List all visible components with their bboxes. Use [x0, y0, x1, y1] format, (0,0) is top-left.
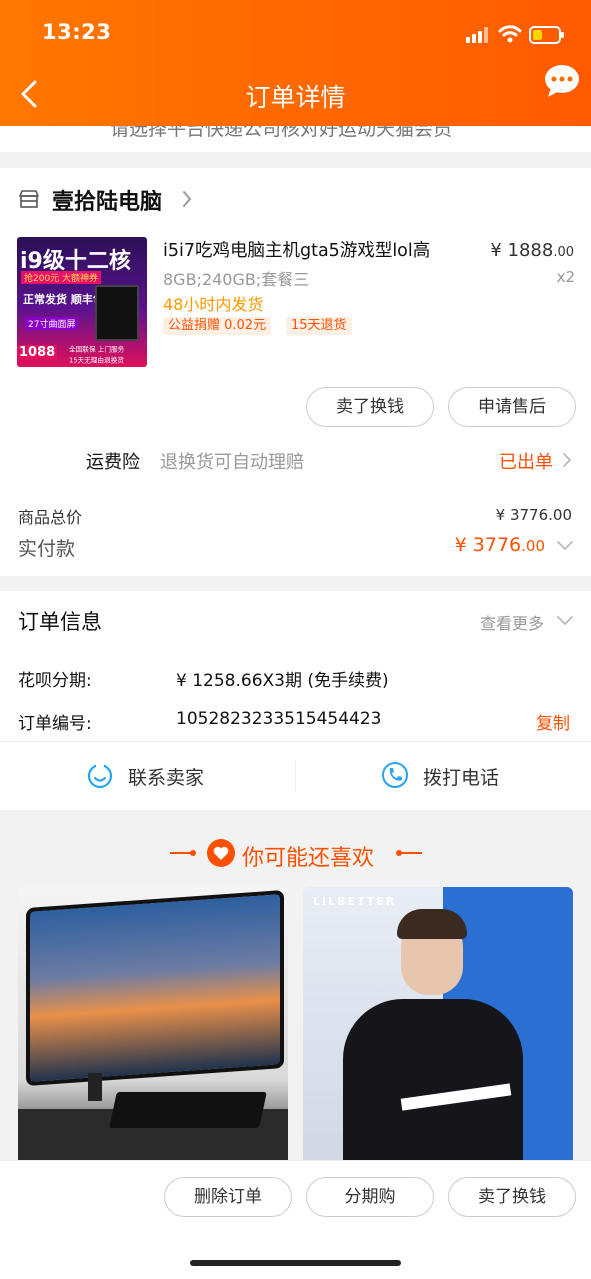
separator — [295, 760, 296, 792]
phone-icon[interactable] — [381, 761, 409, 789]
sell-button[interactable]: 卖了换钱 — [306, 387, 434, 427]
product-thumbnail[interactable]: i9级十二核 抢200元 大额神券 正常发货 顺丰包邮 27寸曲面屏 1088 … — [17, 237, 147, 367]
installment-value: ¥ 1258.66X3期 (免手续费) — [176, 671, 389, 691]
product-quantity: x2 — [556, 268, 575, 286]
tag-charity: 公益捐赠 0.02元 — [163, 317, 272, 335]
order-info-title: 订单信息 — [18, 610, 102, 634]
thumb-line2: 抢200元 大额神券 — [21, 271, 102, 284]
deco-dot-left — [190, 850, 196, 856]
page-title: 订单详情 — [245, 83, 346, 112]
delete-order-button[interactable]: 删除订单 — [164, 1177, 292, 1217]
pc-case-graphic — [95, 285, 139, 341]
deco-line-right — [400, 852, 422, 854]
recommend-item-monitor[interactable] — [18, 887, 288, 1162]
after-sale-button[interactable]: 申请售后 — [448, 387, 576, 427]
order-number-value: 1052823233515454423 — [176, 709, 382, 729]
recommend-item-sweater[interactable]: LILBETTER — [303, 887, 573, 1162]
price-dec: .00 — [553, 245, 574, 260]
installment-label: 花呗分期: — [18, 671, 92, 691]
insurance-desc: 退换货可自动理赔 — [160, 452, 304, 473]
chevron-down-icon[interactable] — [556, 614, 574, 628]
battery-icon — [529, 26, 564, 44]
divider — [0, 741, 591, 742]
heart-icon — [207, 839, 235, 867]
monitor-stand — [88, 1073, 102, 1101]
chevron-right-icon[interactable] — [562, 452, 572, 468]
notice-strip: 请选择平台快递公司核对好运动天猫会员 — [0, 126, 591, 152]
wifi-icon — [498, 25, 522, 43]
brand-logo: LILBETTER — [313, 895, 397, 908]
product-title[interactable]: i5i7吃鸡电脑主机gta5游戏型lol高 — [163, 237, 430, 262]
notice-text: 请选择平台快递公司核对好运动天猫会员 — [110, 126, 453, 140]
chevron-right-icon[interactable] — [181, 189, 193, 209]
status-time: 13:23 — [42, 20, 112, 44]
chevron-down-icon[interactable] — [556, 539, 574, 553]
view-more-link[interactable]: 查看更多 — [480, 610, 544, 634]
paid-label: 实付款 — [18, 538, 76, 560]
paid-value: ¥ 3776.00 — [440, 534, 545, 556]
goods-total-label: 商品总价 — [18, 508, 83, 527]
paid-int: ¥ 3776 — [454, 534, 522, 556]
product-shipping: 48小时内发货 — [163, 295, 264, 314]
recommend-title: 你可能还喜欢 — [242, 846, 375, 871]
signal-icon — [466, 27, 488, 43]
contact-seller-button[interactable]: 联系卖家 — [128, 763, 204, 790]
thumb-line6: 15天无理由退换货 — [69, 356, 125, 365]
call-phone-button[interactable]: 拨打电话 — [423, 763, 499, 790]
insurance-label: 运费险 — [86, 452, 140, 473]
sell-for-cash-button[interactable]: 卖了换钱 — [448, 1177, 576, 1217]
model-hair — [397, 909, 467, 939]
order-number-label: 订单编号: — [18, 714, 92, 734]
price-int: ¥ 1888 — [490, 240, 554, 261]
insurance-status[interactable]: 已出单 — [499, 448, 553, 474]
deco-line-left — [170, 852, 192, 854]
keyboard — [109, 1092, 267, 1128]
copy-button[interactable]: 复制 — [536, 709, 570, 734]
shop-icon — [19, 190, 39, 208]
paid-dec: .00 — [521, 537, 545, 555]
goods-total-value: ¥ 3776.00 — [495, 506, 572, 524]
thumb-line5: 全国联保 上门服务 — [69, 345, 125, 354]
message-icon[interactable] — [543, 62, 581, 100]
installment-button[interactable]: 分期购 — [306, 1177, 434, 1217]
product-spec: 8GB;240GB;套餐三 — [163, 270, 310, 289]
tag-return: 15天退货 — [286, 317, 352, 335]
product-price: ¥ 1888.00 — [478, 240, 574, 261]
model-sweater — [343, 999, 523, 1162]
chat-smile-icon[interactable] — [86, 762, 114, 790]
home-indicator — [190, 1260, 401, 1266]
monitor-screen — [26, 889, 284, 1087]
thumb-line4: 27寸曲面屏 — [25, 317, 79, 330]
shop-name[interactable]: 壹拾陆电脑 — [52, 184, 162, 216]
thumb-price: 1088 — [17, 345, 58, 360]
